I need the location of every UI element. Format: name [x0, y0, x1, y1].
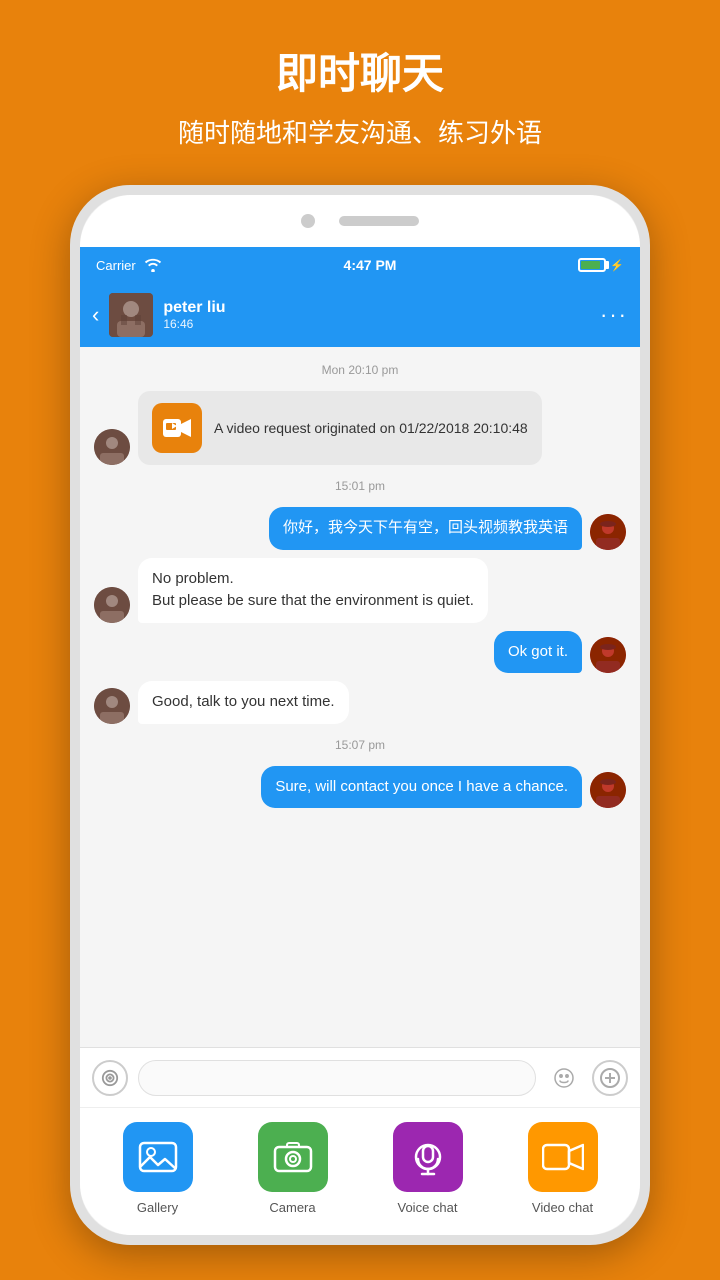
status-bar: Carrier 4:47 PM ⚡ [80, 247, 640, 283]
msg-row-in-2: Good, talk to you next time. [94, 681, 626, 724]
video-request-bubble: A video request originated on 01/22/2018… [138, 391, 542, 465]
notch-camera [301, 214, 315, 228]
phone-inner: Carrier 4:47 PM ⚡ ‹ [80, 195, 640, 1235]
page-header: 即时聊天 随时随地和学友沟通、练习外语 [0, 0, 720, 170]
camera-label: Camera [269, 1200, 315, 1215]
outgoing-avatar-2 [590, 637, 626, 673]
phone-notch [80, 195, 640, 247]
msg-row-in-1: No problem.But please be sure that the e… [94, 558, 626, 623]
video-request-icon [152, 403, 202, 453]
status-left: Carrier [96, 258, 162, 273]
add-button[interactable] [592, 1060, 628, 1096]
emoji-button[interactable] [546, 1060, 582, 1096]
tool-camera[interactable]: Camera [258, 1122, 328, 1215]
wifi-icon [144, 258, 162, 272]
tool-voice-chat[interactable]: Voice chat [393, 1122, 463, 1215]
bubble-in-2: Good, talk to you next time. [138, 681, 349, 724]
bolt-icon: ⚡ [610, 259, 624, 272]
voice-chat-icon-box [393, 1122, 463, 1192]
msg-row-video-request: A video request originated on 01/22/2018… [94, 391, 626, 465]
incoming-avatar-3 [94, 688, 130, 724]
incoming-avatar-2 [94, 587, 130, 623]
status-right: ⚡ [578, 258, 624, 272]
time-divider-3: 15:07 pm [94, 738, 626, 752]
page-subtitle: 随时随地和学友沟通、练习外语 [40, 113, 680, 150]
phone-frame: Carrier 4:47 PM ⚡ ‹ [70, 185, 650, 1245]
message-input[interactable] [138, 1060, 536, 1096]
incoming-avatar-1 [94, 429, 130, 465]
video-request-text: A video request originated on 01/22/2018… [214, 418, 528, 439]
contact-name: peter liu [163, 299, 600, 317]
page-title: 即时聊天 [40, 40, 680, 101]
msg-row-out-3: Sure, will contact you once I have a cha… [94, 766, 626, 809]
video-chat-label: Video chat [532, 1200, 593, 1215]
msg-row-out-2: Ok got it. [94, 631, 626, 674]
bubble-out-2: Ok got it. [494, 631, 582, 674]
notch-speaker [339, 216, 419, 226]
outgoing-avatar-3 [590, 772, 626, 808]
tool-video-chat[interactable]: Video chat [528, 1122, 598, 1215]
bottom-toolbar: Gallery Camera [80, 1107, 640, 1235]
chat-header: ‹ peter liu 16:46 ··· [80, 283, 640, 347]
battery-fill [581, 261, 600, 269]
more-button[interactable]: ··· [600, 302, 628, 328]
video-chat-icon-box [528, 1122, 598, 1192]
gallery-icon-box [123, 1122, 193, 1192]
status-time: 4:47 PM [344, 257, 397, 273]
bubble-out-3: Sure, will contact you once I have a cha… [261, 766, 582, 809]
battery-icon [578, 258, 606, 272]
back-button[interactable]: ‹ [92, 302, 99, 328]
time-divider-2: 15:01 pm [94, 479, 626, 493]
camera-icon-box [258, 1122, 328, 1192]
gallery-label: Gallery [137, 1200, 178, 1215]
contact-status: 16:46 [163, 317, 600, 331]
contact-avatar [109, 293, 153, 337]
bubble-out-1: 你好，我今天下午有空，回头视频教我英语 [269, 507, 582, 550]
input-bar [80, 1047, 640, 1107]
contact-info: peter liu 16:46 [163, 299, 600, 331]
bubble-in-1: No problem.But please be sure that the e… [138, 558, 488, 623]
msg-row-out-1: 你好，我今天下午有空，回头视频教我英语 [94, 507, 626, 550]
outgoing-avatar-1 [590, 514, 626, 550]
tool-gallery[interactable]: Gallery [123, 1122, 193, 1215]
voice-chat-label: Voice chat [398, 1200, 458, 1215]
carrier-label: Carrier [96, 258, 136, 273]
time-divider-1: Mon 20:10 pm [94, 363, 626, 377]
messages-area: Mon 20:10 pm [80, 347, 640, 1047]
avatar-image [109, 293, 153, 337]
voice-input-button[interactable] [92, 1060, 128, 1096]
